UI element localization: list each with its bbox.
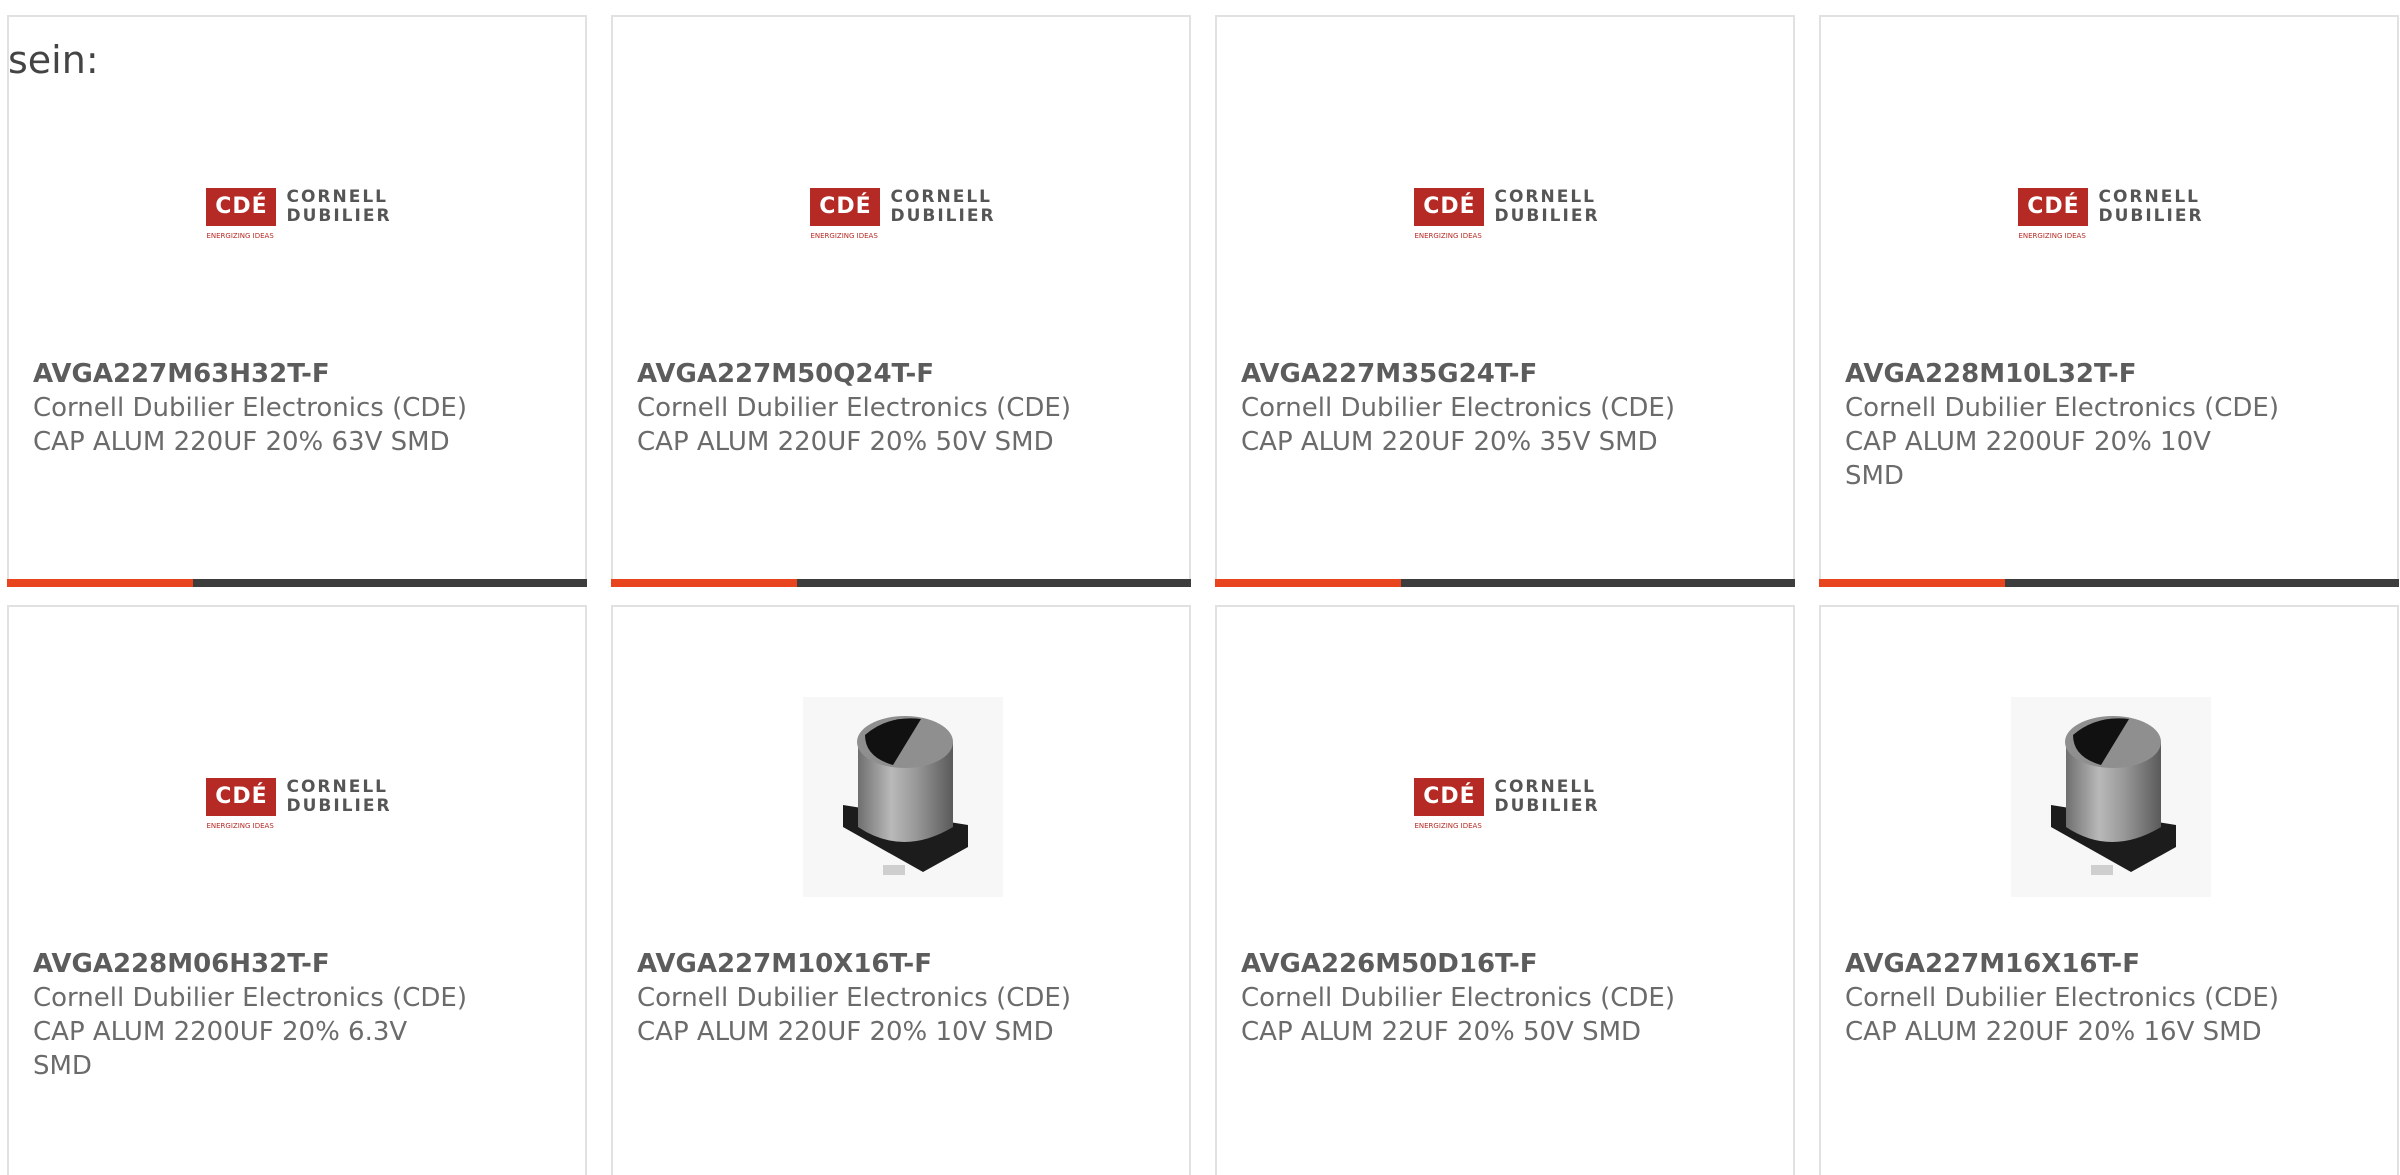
cde-logo: CDÉ ENERGIZING IDEAS CORNELL DUBILIER [2018, 188, 2203, 240]
part-number[interactable]: AVGA228M10L32T-F [1845, 357, 2377, 391]
cde-tagline: ENERGIZING IDEAS [1414, 822, 1482, 830]
product-image[interactable] [798, 697, 1008, 897]
description: CAP ALUM 2200UF 20% 6.3V SMD [33, 1017, 408, 1081]
cde-badge: CDÉ ENERGIZING IDEAS [1414, 778, 1485, 830]
description: CAP ALUM 220UF 20% 16V SMD [1845, 1017, 2262, 1047]
product-image[interactable]: CDÉ ENERGIZING IDEAS CORNELL DUBILIER [194, 107, 404, 307]
part-number[interactable]: AVGA226M50D16T-F [1241, 947, 1773, 981]
progress-accent [611, 579, 797, 587]
card-progress-bar [7, 579, 587, 587]
manufacturer: Cornell Dubilier Electronics (CDE) [33, 393, 467, 423]
cde-badge-text: CDÉ [215, 194, 268, 219]
cde-tagline: ENERGIZING IDEAS [206, 822, 274, 830]
product-card[interactable]: CDÉ ENERGIZING IDEAS CORNELL DUBILIER AV… [7, 605, 587, 1175]
product-card[interactable]: AVGA227M10X16T-F Cornell Dubilier Electr… [611, 605, 1191, 1175]
capacitor-photo [803, 697, 1003, 897]
capacitor-photo [2011, 697, 2211, 897]
card-progress-bar [611, 579, 1191, 587]
product-card[interactable]: AVGA227M16X16T-F Cornell Dubilier Electr… [1819, 605, 2399, 1175]
card-progress-bar [1819, 579, 2399, 587]
product-card[interactable]: CDÉ ENERGIZING IDEAS CORNELL DUBILIER AV… [7, 15, 587, 587]
part-number[interactable]: AVGA228M06H32T-F [33, 947, 565, 981]
progress-accent [1215, 579, 1401, 587]
product-card[interactable]: CDÉ ENERGIZING IDEAS CORNELL DUBILIER AV… [1215, 15, 1795, 587]
cde-badge-text: CDÉ [1423, 194, 1476, 219]
cde-wordmark: CORNELL DUBILIER [2098, 188, 2203, 226]
part-number[interactable]: AVGA227M50Q24T-F [637, 357, 1169, 391]
cde-badge: CDÉ ENERGIZING IDEAS [1414, 188, 1485, 240]
cde-logo: CDÉ ENERGIZING IDEAS CORNELL DUBILIER [810, 188, 995, 240]
cde-logo: CDÉ ENERGIZING IDEAS CORNELL DUBILIER [1414, 778, 1599, 830]
product-image[interactable]: CDÉ ENERGIZING IDEAS CORNELL DUBILIER [1402, 697, 1612, 897]
manufacturer: Cornell Dubilier Electronics (CDE) [637, 393, 1071, 423]
card-progress-bar [1215, 579, 1795, 587]
product-card[interactable]: CDÉ ENERGIZING IDEAS CORNELL DUBILIER AV… [1215, 605, 1795, 1175]
cde-wordmark: CORNELL DUBILIER [286, 778, 391, 816]
cde-badge-text: CDÉ [1423, 784, 1476, 809]
manufacturer: Cornell Dubilier Electronics (CDE) [1845, 393, 2279, 423]
part-number[interactable]: AVGA227M35G24T-F [1241, 357, 1773, 391]
part-number[interactable]: AVGA227M16X16T-F [1845, 947, 2377, 981]
product-image[interactable]: CDÉ ENERGIZING IDEAS CORNELL DUBILIER [1402, 107, 1612, 307]
manufacturer: Cornell Dubilier Electronics (CDE) [1845, 983, 2279, 1013]
cde-wordmark-line2: DUBILIER [890, 206, 996, 226]
description: CAP ALUM 2200UF 20% 10V SMD [1845, 427, 2211, 491]
cde-badge: CDÉ ENERGIZING IDEAS [810, 188, 881, 240]
cde-wordmark: CORNELL DUBILIER [1494, 188, 1599, 226]
description: CAP ALUM 220UF 20% 50V SMD [637, 427, 1054, 457]
product-image[interactable] [2006, 697, 2216, 897]
cde-wordmark-line1: CORNELL [2098, 187, 2200, 207]
cde-wordmark: CORNELL DUBILIER [1494, 778, 1599, 816]
cde-logo: CDÉ ENERGIZING IDEAS CORNELL DUBILIER [1414, 188, 1599, 240]
progress-accent [1819, 579, 2005, 587]
part-number[interactable]: AVGA227M10X16T-F [637, 947, 1169, 981]
cde-wordmark-line2: DUBILIER [2098, 206, 2204, 226]
product-image[interactable]: CDÉ ENERGIZING IDEAS CORNELL DUBILIER [194, 697, 404, 897]
description: CAP ALUM 220UF 20% 63V SMD [33, 427, 450, 457]
product-card[interactable]: CDÉ ENERGIZING IDEAS CORNELL DUBILIER AV… [1819, 15, 2399, 587]
progress-accent [7, 579, 193, 587]
cde-tagline: ENERGIZING IDEAS [2018, 232, 2086, 240]
manufacturer: Cornell Dubilier Electronics (CDE) [1241, 983, 1675, 1013]
cde-logo: CDÉ ENERGIZING IDEAS CORNELL DUBILIER [206, 188, 391, 240]
cde-wordmark: CORNELL DUBILIER [286, 188, 391, 226]
manufacturer: Cornell Dubilier Electronics (CDE) [637, 983, 1071, 1013]
manufacturer: Cornell Dubilier Electronics (CDE) [33, 983, 467, 1013]
cde-wordmark-line2: DUBILIER [1494, 796, 1600, 816]
product-image[interactable]: CDÉ ENERGIZING IDEAS CORNELL DUBILIER [798, 107, 1008, 307]
description: CAP ALUM 220UF 20% 10V SMD [637, 1017, 1054, 1047]
description: CAP ALUM 22UF 20% 50V SMD [1241, 1017, 1642, 1047]
description: CAP ALUM 220UF 20% 35V SMD [1241, 427, 1658, 457]
cde-tagline: ENERGIZING IDEAS [206, 232, 274, 240]
cde-badge: CDÉ ENERGIZING IDEAS [2018, 188, 2089, 240]
cde-wordmark-line1: CORNELL [1494, 777, 1596, 797]
cde-wordmark-line2: DUBILIER [1494, 206, 1600, 226]
cde-badge-text: CDÉ [215, 784, 268, 809]
manufacturer: Cornell Dubilier Electronics (CDE) [1241, 393, 1675, 423]
cde-wordmark: CORNELL DUBILIER [890, 188, 995, 226]
cde-tagline: ENERGIZING IDEAS [1414, 232, 1482, 240]
cde-badge-text: CDÉ [2027, 194, 2080, 219]
intro-text: sein: [8, 38, 99, 82]
cde-wordmark-line2: DUBILIER [286, 796, 392, 816]
product-image[interactable]: CDÉ ENERGIZING IDEAS CORNELL DUBILIER [2006, 107, 2216, 307]
cde-tagline: ENERGIZING IDEAS [810, 232, 878, 240]
cde-wordmark-line1: CORNELL [286, 187, 388, 207]
cde-wordmark-line2: DUBILIER [286, 206, 392, 226]
product-card[interactable]: CDÉ ENERGIZING IDEAS CORNELL DUBILIER AV… [611, 15, 1191, 587]
cde-badge: CDÉ ENERGIZING IDEAS [206, 778, 277, 830]
part-number[interactable]: AVGA227M63H32T-F [33, 357, 565, 391]
cde-wordmark-line1: CORNELL [890, 187, 992, 207]
cde-badge-text: CDÉ [819, 194, 872, 219]
cde-logo: CDÉ ENERGIZING IDEAS CORNELL DUBILIER [206, 778, 391, 830]
cde-badge: CDÉ ENERGIZING IDEAS [206, 188, 277, 240]
cde-wordmark-line1: CORNELL [286, 777, 388, 797]
cde-wordmark-line1: CORNELL [1494, 187, 1596, 207]
